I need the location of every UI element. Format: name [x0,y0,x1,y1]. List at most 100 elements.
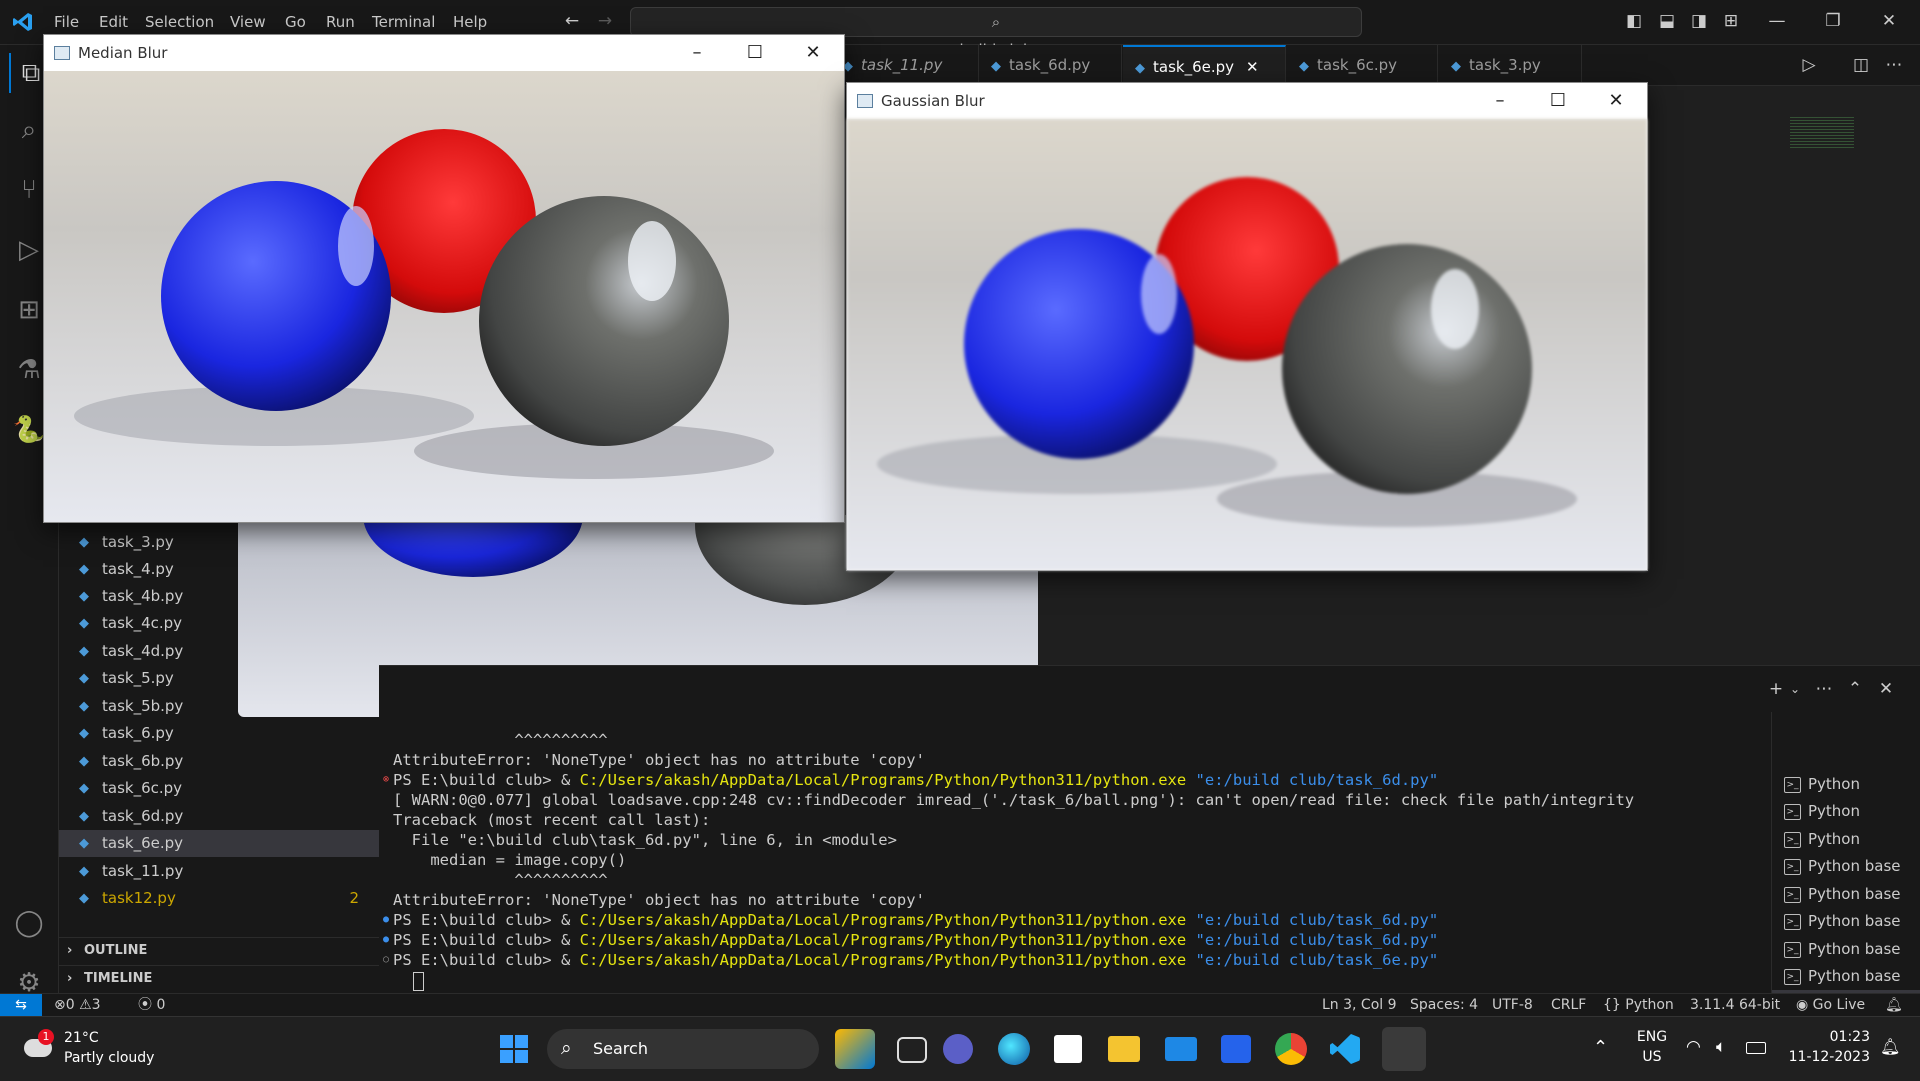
chrome-browser-icon[interactable] [1275,1033,1307,1065]
restore-window-icon[interactable]: ❐ [1822,10,1844,32]
volume-icon[interactable]: 🔈︎ [1716,1037,1726,1057]
split-editor-icon[interactable]: ◫ [1850,54,1872,76]
python-app-icon-active[interactable] [1382,1027,1426,1071]
language-mode[interactable]: {} Python [1603,994,1674,1016]
weather-widget[interactable]: 1 21°C Partly cloudy [20,1029,180,1069]
terminal-session[interactable]: >_ Python base [1772,936,1920,963]
mail-icon[interactable] [1165,1037,1197,1061]
window-title-bar[interactable]: Median Blur – ☐ ✕ [44,35,844,71]
terminal-icon: >_ [1784,859,1801,875]
remote-indicator-icon[interactable]: ⇆ [0,994,42,1016]
close-panel-icon[interactable]: ✕ [1875,678,1897,700]
close-icon[interactable]: ✕ [790,35,836,71]
maximize-panel-icon[interactable]: ⌃ [1844,678,1866,700]
microsoft-store-icon[interactable] [1054,1035,1082,1063]
show-hidden-icons-chevron-icon[interactable]: ⌃ [1593,1037,1608,1058]
terminal-line: ● PS E:\build club> & C:/Users/akash/AppD… [383,911,1439,929]
median-blur-window[interactable]: Median Blur – ☐ ✕ [43,34,845,523]
explorer-file[interactable]: ◆ task_6c.py [59,775,379,802]
more-actions-icon[interactable]: ⋯ [1883,54,1905,76]
python-file-icon: ◆ [79,754,89,769]
timeline-section[interactable]: › TIMELINE [59,965,379,992]
terminal-line: ⊗ PS E:\build club> & C:/Users/akash/AppD… [383,771,1439,789]
python-file-icon: ◆ [79,671,89,686]
explorer-file[interactable]: ◆ task_6b.py [59,748,379,775]
explorer-file[interactable]: ◆ task_6d.py [59,803,379,830]
notifications-bell-icon[interactable]: 🔔︎ [1885,994,1903,1016]
tab-task-6c[interactable]: ◆ task_6c.py [1287,45,1438,85]
terminal-session[interactable]: >_ Python base [1772,881,1920,908]
ports-indicator[interactable]: ⦿ 0 [138,994,165,1016]
explorer-file[interactable]: ◆ task12.py 2 [59,885,379,912]
start-button-windows-icon[interactable] [500,1035,528,1063]
toggle-secondary-sidebar-icon[interactable]: ◨ [1688,10,1710,32]
more-actions-icon[interactable]: ⋯ [1813,678,1835,700]
teams-chat-icon[interactable] [943,1034,973,1064]
run-python-file-icon[interactable]: ▷ [1798,54,1820,76]
terminal-session[interactable]: >_ Python [1772,826,1920,853]
encoding[interactable]: UTF-8 [1492,994,1533,1016]
line-ending[interactable]: CRLF [1551,994,1586,1016]
app-icon[interactable] [1221,1035,1251,1063]
tab-task-6d[interactable]: ◆ task_6d.py [979,45,1122,85]
explorer-file-selected[interactable]: ◆ task_6e.py [59,830,379,857]
maximize-icon[interactable]: ☐ [1535,83,1581,119]
tab-task-3[interactable]: ◆ task_3.py [1439,45,1582,85]
terminal-session[interactable]: >_ Python [1772,798,1920,825]
minimize-window-icon[interactable]: — [1766,10,1788,32]
task-view-icon[interactable] [897,1037,927,1063]
minimize-icon[interactable]: – [674,35,720,71]
command-center-search[interactable]: ⌕ build club [630,7,1362,59]
notification-bell-icon[interactable]: 🔔︎ [1880,1037,1900,1056]
tab-task-6e[interactable]: ◆ task_6e.py ✕ [1123,45,1286,85]
chevron-right-icon: › [67,971,73,986]
python-file-icon: ◆ [79,836,89,851]
tab-task-11[interactable]: ◆ task_11.py [843,45,979,85]
python-file-icon: ◆ [79,644,89,659]
terminal-line: median = image.copy() [393,851,627,869]
terminal-session[interactable]: >_ Python base [1772,908,1920,935]
cursor-position[interactable]: Ln 3, Col 9 [1322,994,1397,1016]
terminal-icon: >_ [1784,942,1801,958]
weather-temperature: 21°C [64,1030,99,1046]
explorer-file[interactable]: ◆ task_6.py [59,720,379,747]
input-language[interactable]: ENG US [1634,1027,1670,1067]
toggle-panel-icon[interactable]: ⬓ [1656,10,1678,32]
close-tab-icon[interactable]: ✕ [1246,58,1259,76]
file-explorer-icon[interactable] [1108,1036,1140,1062]
wifi-icon[interactable]: ◠ [1686,1037,1701,1057]
close-icon[interactable]: ✕ [1593,83,1639,119]
interpreter-version[interactable]: 3.11.4 64-bit [1690,994,1780,1016]
terminal-session[interactable]: >_ Python base [1772,963,1920,990]
gaussian-blur-window[interactable]: Gaussian Blur – ☐ ✕ [846,82,1648,571]
outline-section[interactable]: › OUTLINE [59,937,379,964]
terminal-output[interactable]: ^^^^^^^^^^ AttributeError: 'NoneType' ob… [383,726,1763,994]
customize-layout-icon[interactable]: ⊞ [1720,10,1742,32]
battery-icon[interactable] [1746,1042,1766,1054]
forward-arrow-icon[interactable]: → [594,10,616,32]
edge-browser-icon[interactable] [998,1033,1030,1065]
system-clock[interactable]: 01:23 11-12-2023 [1780,1027,1870,1067]
chevron-down-icon[interactable]: ⌄ [1784,678,1806,700]
window-title-bar[interactable]: Gaussian Blur – ☐ ✕ [847,83,1647,119]
warning-icon: ⚠ [79,997,92,1013]
minimize-icon[interactable]: – [1477,83,1523,119]
indentation[interactable]: Spaces: 4 [1410,994,1478,1016]
windows-taskbar: 1 21°C Partly cloudy ⌕ Search ⌃ ENG US ◠ … [0,1016,1920,1081]
go-live-button[interactable]: ◉ Go Live [1796,994,1865,1016]
explorer-file[interactable]: ◆ task_11.py [59,858,379,885]
copilot-app-icon[interactable] [835,1029,875,1069]
vscode-app-icon[interactable] [1330,1034,1360,1064]
weather-notification-badge: 1 [38,1029,54,1045]
close-window-icon[interactable]: ✕ [1878,10,1900,32]
terminal-session[interactable]: >_ Python base [1772,853,1920,880]
terminal-session[interactable]: >_ Python [1772,771,1920,798]
taskbar-search-box[interactable]: ⌕ Search [547,1029,819,1069]
terminal-line: File "e:\build club\task_6d.py", line 6,… [393,831,897,849]
back-arrow-icon[interactable]: ← [561,10,583,32]
toggle-sidebar-icon[interactable]: ◧ [1623,10,1645,32]
terminal-line: ● PS E:\build club> & C:/Users/akash/AppD… [383,931,1439,949]
accounts-icon[interactable]: ◯ [9,903,49,943]
maximize-icon[interactable]: ☐ [732,35,778,71]
problems-indicator[interactable]: ⊗0 ⚠3 [54,994,101,1016]
